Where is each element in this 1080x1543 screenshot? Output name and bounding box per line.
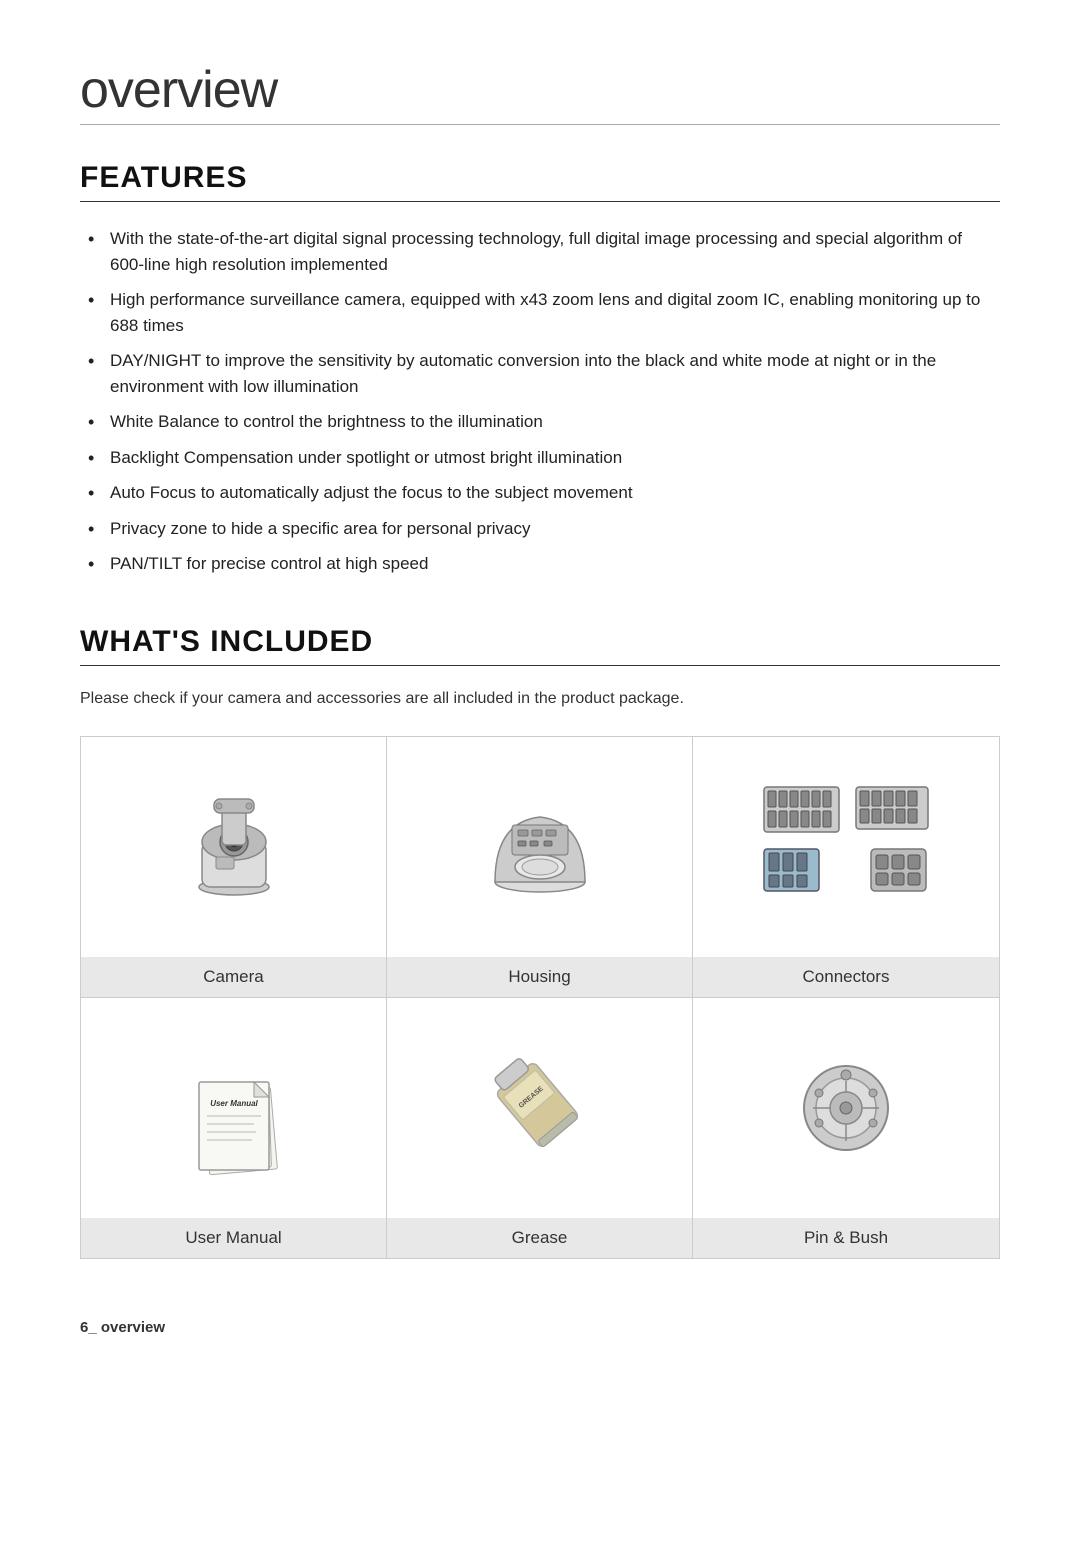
item-connectors: Connectors — [693, 737, 999, 998]
pin-bush-icon — [791, 1053, 901, 1163]
connectors-image-area — [693, 737, 999, 957]
list-item: Auto Focus to automatically adjust the f… — [88, 480, 1000, 506]
camera-label: Camera — [81, 957, 386, 997]
page-overview-title: overview — [80, 60, 1000, 120]
housing-label: Housing — [387, 957, 692, 997]
item-grease: GREASE Grease — [387, 998, 693, 1259]
page-footer: 6_ overview — [80, 1319, 1000, 1336]
item-pin-bush: Pin & Bush — [693, 998, 999, 1259]
whats-included-title: WHAT'S INCLUDED — [80, 625, 1000, 659]
features-list: With the state-of-the-art digital signal… — [80, 226, 1000, 577]
list-item: Privacy zone to hide a specific area for… — [88, 516, 1000, 542]
list-item: High performance surveillance camera, eq… — [88, 287, 1000, 338]
included-items-grid: Camera Hous — [80, 736, 1000, 1259]
overview-title-divider — [80, 124, 1000, 125]
camera-image-area — [81, 737, 386, 957]
item-camera: Camera — [81, 737, 387, 998]
camera-icon — [164, 777, 304, 917]
housing-icon — [470, 777, 610, 917]
connectors-icon — [756, 777, 936, 917]
features-divider — [80, 201, 1000, 202]
whats-included-divider — [80, 665, 1000, 666]
list-item: White Balance to control the brightness … — [88, 409, 1000, 435]
user-manual-image-area: User Manual — [81, 998, 386, 1218]
list-item: PAN/TILT for precise control at high spe… — [88, 551, 1000, 577]
list-item: Backlight Compensation under spotlight o… — [88, 445, 1000, 471]
grease-image-area: GREASE — [387, 998, 692, 1218]
svg-text:User Manual: User Manual — [210, 1099, 258, 1108]
pin-bush-image-area — [693, 998, 999, 1218]
housing-image-area — [387, 737, 692, 957]
user-manual-icon: User Manual — [164, 1038, 304, 1178]
user-manual-label: User Manual — [81, 1218, 386, 1258]
grease-icon: GREASE — [470, 1038, 610, 1178]
grease-label: Grease — [387, 1218, 692, 1258]
item-user-manual: User Manual User Manual — [81, 998, 387, 1259]
item-housing: Housing — [387, 737, 693, 998]
whats-included-description: Please check if your camera and accessor… — [80, 690, 1000, 708]
connectors-label: Connectors — [693, 957, 999, 997]
pin-bush-label: Pin & Bush — [693, 1218, 999, 1258]
features-title: FEATURES — [80, 161, 1000, 195]
list-item: DAY/NIGHT to improve the sensitivity by … — [88, 348, 1000, 399]
list-item: With the state-of-the-art digital signal… — [88, 226, 1000, 277]
